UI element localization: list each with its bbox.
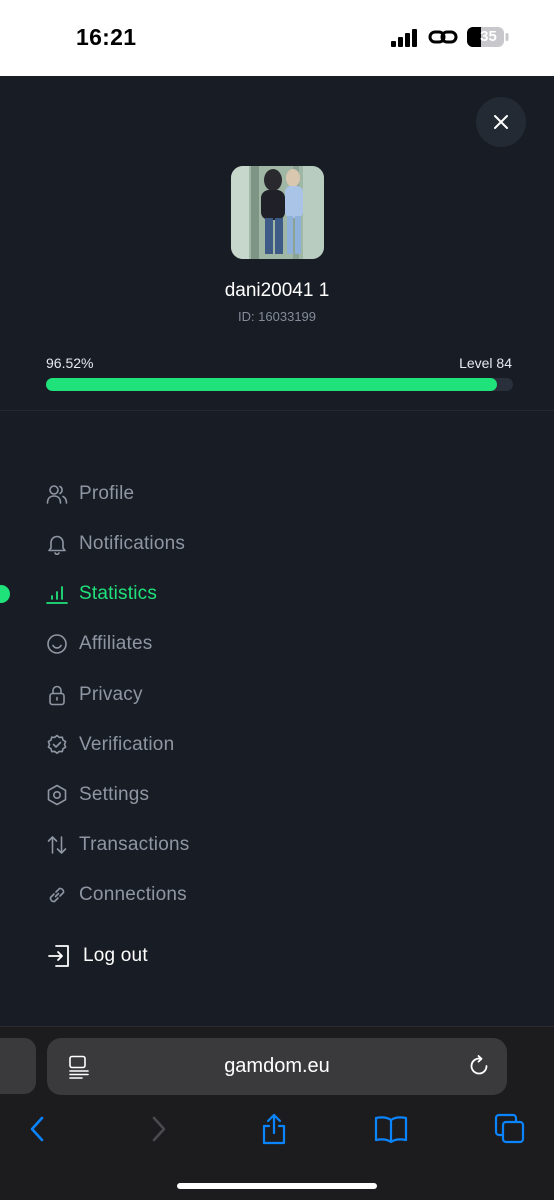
menu-item-privacy[interactable]: Privacy — [46, 677, 466, 713]
battery-level: 35 — [480, 28, 497, 45]
cellular-signal-icon — [391, 29, 417, 47]
menu-item-notifications[interactable]: Notifications — [46, 526, 466, 562]
status-bar: 16:21 35 — [0, 0, 554, 76]
menu-item-label: Affiliates — [79, 633, 153, 654]
menu-item-profile[interactable]: Profile — [46, 476, 466, 512]
menu-item-label: Notifications — [79, 533, 186, 554]
close-button[interactable] — [476, 97, 526, 147]
address-bar[interactable]: gamdom.eu — [47, 1038, 507, 1095]
menu-item-verification[interactable]: Verification — [46, 727, 466, 763]
smile-icon — [46, 633, 68, 655]
menu-item-settings[interactable]: Settings — [46, 777, 466, 813]
home-indicator — [177, 1183, 377, 1189]
menu-item-label: Verification — [79, 734, 175, 755]
reload-icon[interactable] — [467, 1054, 491, 1078]
bell-icon — [46, 533, 68, 555]
level-progress-bar — [46, 378, 513, 391]
chevron-left-icon — [30, 1116, 44, 1142]
level-progress-percent: 96.52% — [46, 355, 94, 371]
battery-icon: 35 — [467, 27, 509, 47]
menu-item-label: Statistics — [79, 583, 158, 604]
lock-icon — [46, 684, 68, 706]
close-icon — [494, 115, 508, 129]
user-id: ID: 16033199 — [237, 309, 317, 324]
menu-item-label: Connections — [79, 884, 187, 905]
divider — [0, 1026, 554, 1027]
menu-item-label: Settings — [79, 784, 150, 805]
safari-bottom-bar: gamdom.eu — [0, 1026, 554, 1200]
active-indicator — [0, 585, 10, 603]
bar-chart-icon — [46, 583, 68, 605]
tabs-icon — [494, 1113, 525, 1144]
chevron-right-icon — [152, 1116, 166, 1142]
users-icon — [46, 483, 68, 505]
level-label: Level 84 — [459, 355, 512, 371]
share-icon — [262, 1113, 286, 1145]
logout-icon — [47, 944, 71, 968]
logout-button[interactable]: Log out — [47, 938, 148, 974]
hexagon-settings-icon — [46, 784, 68, 806]
menu-item-label: Privacy — [79, 684, 143, 705]
back-button[interactable] — [21, 1112, 55, 1146]
status-time: 16:21 — [76, 24, 137, 50]
link-icon — [46, 884, 68, 906]
menu-item-label: Transactions — [79, 834, 190, 855]
menu-item-affiliates[interactable]: Affiliates — [46, 626, 466, 662]
level-progress-fill — [46, 378, 497, 391]
previous-tab-preview[interactable] — [0, 1038, 36, 1094]
menu-item-transactions[interactable]: Transactions — [46, 827, 466, 863]
account-menu-panel: dani20041 1 ID: 16033199 96.52% Level 84… — [0, 76, 554, 1026]
url-text: gamdom.eu — [224, 1055, 330, 1077]
menu-item-statistics[interactable]: Statistics — [46, 576, 466, 612]
avatar[interactable] — [231, 166, 324, 259]
arrows-up-down-icon — [46, 834, 68, 856]
forward-button[interactable] — [141, 1112, 175, 1146]
tabs-button[interactable] — [493, 1112, 527, 1146]
book-icon — [374, 1116, 408, 1143]
divider — [0, 410, 554, 411]
username: dani20041 1 — [224, 280, 330, 301]
share-button[interactable] — [257, 1112, 291, 1146]
menu-item-label: Profile — [79, 483, 135, 504]
logout-label: Log out — [83, 945, 148, 966]
personal-hotspot-icon — [428, 30, 458, 44]
bookmarks-button[interactable] — [374, 1112, 408, 1146]
badge-check-icon — [46, 734, 68, 756]
menu-item-connections[interactable]: Connections — [46, 877, 466, 913]
